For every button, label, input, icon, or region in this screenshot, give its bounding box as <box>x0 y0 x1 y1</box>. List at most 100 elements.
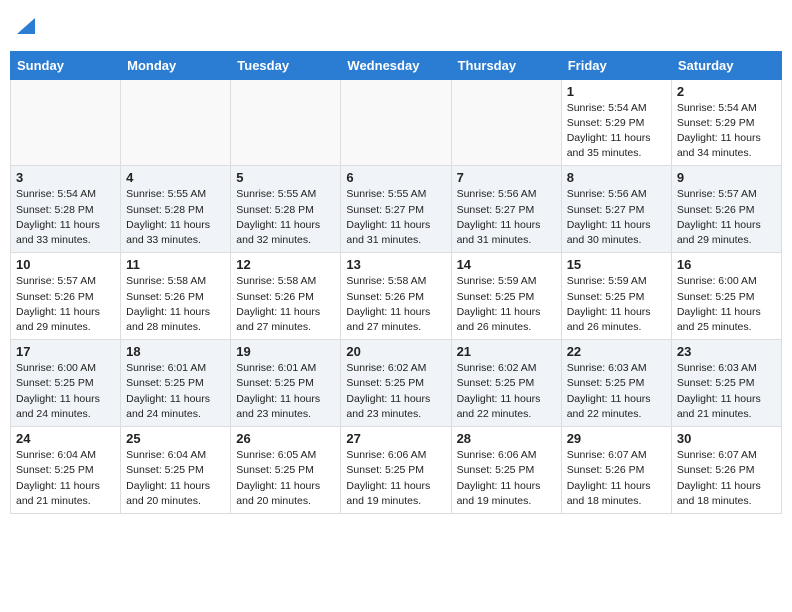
calendar-cell: 26 Sunrise: 6:05 AM Sunset: 5:25 PM Dayli… <box>231 427 341 514</box>
day-number: 28 <box>457 431 556 446</box>
calendar-cell: 15 Sunrise: 5:59 AM Sunset: 5:25 PM Dayli… <box>561 253 671 340</box>
day-info: Sunrise: 6:01 AM Sunset: 5:25 PM Dayligh… <box>126 361 225 422</box>
calendar-cell: 10 Sunrise: 5:57 AM Sunset: 5:26 PM Dayli… <box>11 253 121 340</box>
calendar-cell: 16 Sunrise: 6:00 AM Sunset: 5:25 PM Dayli… <box>671 253 781 340</box>
day-info: Sunrise: 5:59 AM Sunset: 5:25 PM Dayligh… <box>567 274 666 335</box>
calendar-cell: 4Sunrise: 5:55 AM Sunset: 5:28 PM Daylig… <box>121 166 231 253</box>
calendar-cell: 25Sunrise: 6:04 AM Sunset: 5:25 PM Dayli… <box>121 427 231 514</box>
calendar-cell: 13 Sunrise: 5:58 AM Sunset: 5:26 PM Dayli… <box>341 253 451 340</box>
day-number: 15 <box>567 257 666 272</box>
day-number: 3 <box>16 170 115 185</box>
day-number: 10 <box>16 257 115 272</box>
calendar-header-row: SundayMondayTuesdayWednesdayThursdayFrid… <box>11 51 782 79</box>
calendar-cell: 8 Sunrise: 5:56 AM Sunset: 5:27 PM Daylig… <box>561 166 671 253</box>
calendar-cell: 18 Sunrise: 6:01 AM Sunset: 5:25 PM Dayli… <box>121 340 231 427</box>
day-info: Sunrise: 5:54 AM Sunset: 5:29 PM Dayligh… <box>567 101 666 162</box>
day-header-tuesday: Tuesday <box>231 51 341 79</box>
calendar-cell: 3 Sunrise: 5:54 AM Sunset: 5:28 PM Daylig… <box>11 166 121 253</box>
day-info: Sunrise: 5:56 AM Sunset: 5:27 PM Dayligh… <box>457 187 556 248</box>
calendar-week-row: 3 Sunrise: 5:54 AM Sunset: 5:28 PM Daylig… <box>11 166 782 253</box>
calendar-cell: 2 Sunrise: 5:54 AM Sunset: 5:29 PM Daylig… <box>671 79 781 166</box>
day-info: Sunrise: 5:57 AM Sunset: 5:26 PM Dayligh… <box>16 274 115 335</box>
logo-bird-icon <box>17 18 35 34</box>
day-number: 19 <box>236 344 335 359</box>
day-number: 29 <box>567 431 666 446</box>
calendar-week-row: 17 Sunrise: 6:00 AM Sunset: 5:25 PM Dayli… <box>11 340 782 427</box>
day-header-saturday: Saturday <box>671 51 781 79</box>
day-info: Sunrise: 6:02 AM Sunset: 5:25 PM Dayligh… <box>346 361 445 422</box>
calendar-cell <box>11 79 121 166</box>
day-info: Sunrise: 5:58 AM Sunset: 5:26 PM Dayligh… <box>346 274 445 335</box>
calendar-cell <box>231 79 341 166</box>
day-info: Sunrise: 5:56 AM Sunset: 5:27 PM Dayligh… <box>567 187 666 248</box>
day-info: Sunrise: 6:03 AM Sunset: 5:25 PM Dayligh… <box>567 361 666 422</box>
day-number: 23 <box>677 344 776 359</box>
day-number: 1 <box>567 84 666 99</box>
day-number: 27 <box>346 431 445 446</box>
calendar-cell: 20 Sunrise: 6:02 AM Sunset: 5:25 PM Dayli… <box>341 340 451 427</box>
day-info: Sunrise: 5:58 AM Sunset: 5:26 PM Dayligh… <box>236 274 335 335</box>
calendar-cell: 24 Sunrise: 6:04 AM Sunset: 5:25 PM Dayli… <box>11 427 121 514</box>
calendar-week-row: 1 Sunrise: 5:54 AM Sunset: 5:29 PM Daylig… <box>11 79 782 166</box>
day-info: Sunrise: 6:05 AM Sunset: 5:25 PM Dayligh… <box>236 448 335 509</box>
calendar-week-row: 10 Sunrise: 5:57 AM Sunset: 5:26 PM Dayli… <box>11 253 782 340</box>
calendar-cell: 29Sunrise: 6:07 AM Sunset: 5:26 PM Dayli… <box>561 427 671 514</box>
day-number: 16 <box>677 257 776 272</box>
day-info: Sunrise: 6:06 AM Sunset: 5:25 PM Dayligh… <box>346 448 445 509</box>
day-header-friday: Friday <box>561 51 671 79</box>
day-header-thursday: Thursday <box>451 51 561 79</box>
calendar-cell: 12 Sunrise: 5:58 AM Sunset: 5:26 PM Dayli… <box>231 253 341 340</box>
calendar-cell: 11Sunrise: 5:58 AM Sunset: 5:26 PM Dayli… <box>121 253 231 340</box>
day-number: 12 <box>236 257 335 272</box>
day-number: 22 <box>567 344 666 359</box>
day-number: 24 <box>16 431 115 446</box>
calendar-cell: 21Sunrise: 6:02 AM Sunset: 5:25 PM Dayli… <box>451 340 561 427</box>
calendar-cell: 27 Sunrise: 6:06 AM Sunset: 5:25 PM Dayli… <box>341 427 451 514</box>
day-number: 13 <box>346 257 445 272</box>
day-info: Sunrise: 6:00 AM Sunset: 5:25 PM Dayligh… <box>677 274 776 335</box>
calendar-cell <box>451 79 561 166</box>
calendar-cell <box>121 79 231 166</box>
day-info: Sunrise: 6:04 AM Sunset: 5:25 PM Dayligh… <box>126 448 225 509</box>
day-info: Sunrise: 5:57 AM Sunset: 5:26 PM Dayligh… <box>677 187 776 248</box>
day-info: Sunrise: 6:03 AM Sunset: 5:25 PM Dayligh… <box>677 361 776 422</box>
day-number: 26 <box>236 431 335 446</box>
calendar-cell: 14Sunrise: 5:59 AM Sunset: 5:25 PM Dayli… <box>451 253 561 340</box>
day-number: 4 <box>126 170 225 185</box>
day-info: Sunrise: 6:00 AM Sunset: 5:25 PM Dayligh… <box>16 361 115 422</box>
day-number: 5 <box>236 170 335 185</box>
day-info: Sunrise: 5:54 AM Sunset: 5:28 PM Dayligh… <box>16 187 115 248</box>
calendar-cell: 30 Sunrise: 6:07 AM Sunset: 5:26 PM Dayli… <box>671 427 781 514</box>
calendar-cell: 23 Sunrise: 6:03 AM Sunset: 5:25 PM Dayli… <box>671 340 781 427</box>
day-info: Sunrise: 6:04 AM Sunset: 5:25 PM Dayligh… <box>16 448 115 509</box>
calendar-cell: 6 Sunrise: 5:55 AM Sunset: 5:27 PM Daylig… <box>341 166 451 253</box>
calendar-cell: 17 Sunrise: 6:00 AM Sunset: 5:25 PM Dayli… <box>11 340 121 427</box>
day-number: 7 <box>457 170 556 185</box>
calendar-table: SundayMondayTuesdayWednesdayThursdayFrid… <box>10 51 782 514</box>
day-info: Sunrise: 6:06 AM Sunset: 5:25 PM Dayligh… <box>457 448 556 509</box>
day-info: Sunrise: 5:55 AM Sunset: 5:28 PM Dayligh… <box>236 187 335 248</box>
day-number: 9 <box>677 170 776 185</box>
page-header <box>10 10 782 43</box>
day-number: 2 <box>677 84 776 99</box>
day-number: 6 <box>346 170 445 185</box>
calendar-cell: 9 Sunrise: 5:57 AM Sunset: 5:26 PM Daylig… <box>671 166 781 253</box>
calendar-cell: 7 Sunrise: 5:56 AM Sunset: 5:27 PM Daylig… <box>451 166 561 253</box>
calendar-cell: 28 Sunrise: 6:06 AM Sunset: 5:25 PM Dayli… <box>451 427 561 514</box>
day-number: 8 <box>567 170 666 185</box>
calendar-cell: 5 Sunrise: 5:55 AM Sunset: 5:28 PM Daylig… <box>231 166 341 253</box>
day-number: 30 <box>677 431 776 446</box>
day-info: Sunrise: 6:01 AM Sunset: 5:25 PM Dayligh… <box>236 361 335 422</box>
day-number: 20 <box>346 344 445 359</box>
day-info: Sunrise: 6:07 AM Sunset: 5:26 PM Dayligh… <box>677 448 776 509</box>
calendar-week-row: 24 Sunrise: 6:04 AM Sunset: 5:25 PM Dayli… <box>11 427 782 514</box>
day-header-wednesday: Wednesday <box>341 51 451 79</box>
day-number: 18 <box>126 344 225 359</box>
day-info: Sunrise: 6:02 AM Sunset: 5:25 PM Dayligh… <box>457 361 556 422</box>
day-info: Sunrise: 5:54 AM Sunset: 5:29 PM Dayligh… <box>677 101 776 162</box>
day-info: Sunrise: 5:59 AM Sunset: 5:25 PM Dayligh… <box>457 274 556 335</box>
day-info: Sunrise: 5:55 AM Sunset: 5:27 PM Dayligh… <box>346 187 445 248</box>
day-number: 17 <box>16 344 115 359</box>
calendar-cell <box>341 79 451 166</box>
calendar-cell: 19 Sunrise: 6:01 AM Sunset: 5:25 PM Dayli… <box>231 340 341 427</box>
